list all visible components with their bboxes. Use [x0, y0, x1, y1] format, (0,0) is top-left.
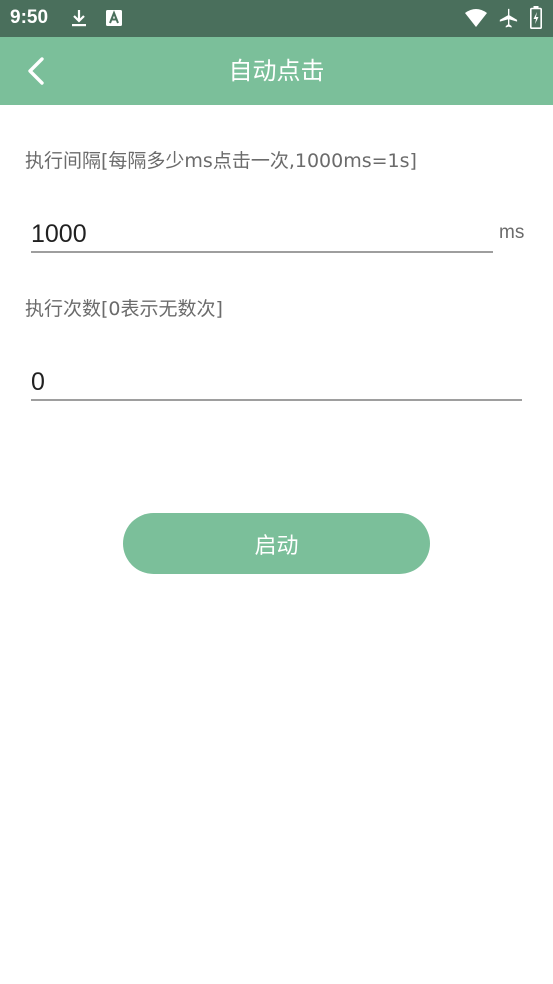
count-input[interactable]	[31, 365, 522, 401]
status-time: 9:50	[10, 7, 49, 28]
back-button[interactable]	[16, 51, 56, 91]
status-bar: 9:50	[0, 0, 553, 37]
count-label: 执行次数[0表示无数次]	[25, 298, 223, 320]
start-button[interactable]: 启动	[123, 513, 430, 574]
font-a-icon	[104, 8, 124, 28]
interval-input[interactable]	[31, 217, 493, 253]
wifi-icon	[464, 8, 488, 28]
interval-unit: ms	[499, 222, 525, 243]
app-bar: 自动点击	[0, 37, 553, 105]
interval-label: 执行间隔[每隔多少ms点击一次,1000ms=1s]	[25, 150, 417, 172]
battery-charging-icon	[530, 6, 542, 29]
page-title: 自动点击	[228, 57, 325, 85]
download-icon	[69, 8, 89, 28]
chevron-left-icon	[24, 56, 48, 86]
airplane-icon	[497, 8, 519, 28]
